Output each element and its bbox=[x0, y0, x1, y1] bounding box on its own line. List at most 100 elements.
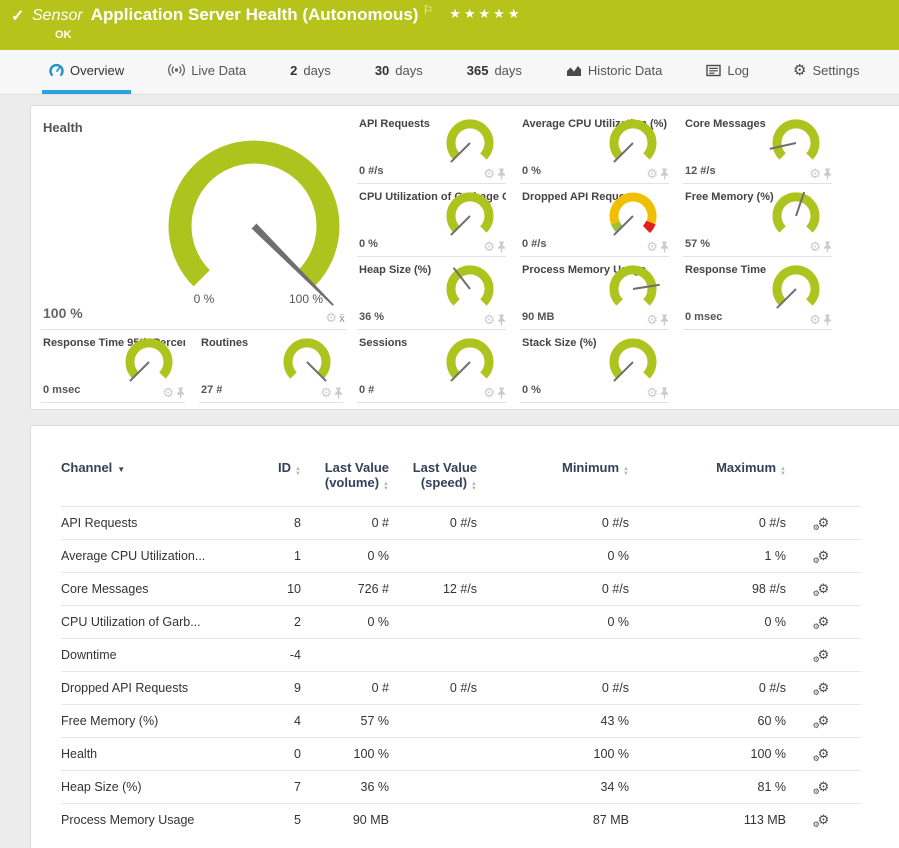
channel-row-free-memory[interactable]: Free Memory (%)457 %43 %60 %⚙⚙ bbox=[61, 705, 861, 738]
channel-value: 1 % bbox=[629, 540, 786, 573]
tab-2-days[interactable]: 2days bbox=[283, 50, 338, 94]
sort-icon: ▲▼ bbox=[623, 467, 629, 477]
tab-live-data[interactable]: Live Data bbox=[161, 50, 253, 94]
channel-row-cpu-utilization-of-garb[interactable]: CPU Utilization of Garb...20 %0 %0 %⚙⚙ bbox=[61, 606, 861, 639]
channel-row-process-memory-usage[interactable]: Process Memory Usage590 MB87 MB113 MB⚙⚙ bbox=[61, 804, 861, 837]
channel-row-average-cpu-utilization[interactable]: Average CPU Utilization...10 %0 %1 %⚙⚙ bbox=[61, 540, 861, 573]
gauge-settings-gear-icon[interactable]: ⚙ bbox=[483, 386, 495, 399]
channel-settings-gears-icon[interactable]: ⚙⚙ bbox=[818, 615, 830, 629]
channel-settings-gears-icon[interactable]: ⚙⚙ bbox=[818, 747, 830, 761]
channel-settings-gears-icon[interactable]: ⚙⚙ bbox=[818, 648, 830, 662]
channel-actions-cell: ⚙⚙ bbox=[786, 606, 861, 639]
channel-value bbox=[389, 639, 477, 672]
channel-value: 0 #/s bbox=[477, 507, 629, 540]
channel-actions-cell: ⚙⚙ bbox=[786, 738, 861, 771]
gauge-settings-gear-icon[interactable]: ⚙ bbox=[483, 313, 495, 326]
gauge-cell-heap-size: Heap Size (%)36 %⚙ bbox=[357, 262, 510, 330]
channel-settings-gears-icon[interactable]: ⚙⚙ bbox=[818, 813, 830, 827]
gauge-cell-dropped-api-requests: Dropped API Requests0 #/s⚙ bbox=[520, 189, 673, 257]
log-list-icon bbox=[706, 64, 721, 77]
status-ok-check-icon: ✓ bbox=[11, 6, 24, 26]
gauge-pin-icon[interactable] bbox=[823, 168, 832, 180]
column-label: Last Value (speed) bbox=[413, 460, 477, 490]
channel-row-downtime[interactable]: Downtime-4⚙⚙ bbox=[61, 639, 861, 672]
gauge-pin-icon[interactable] bbox=[823, 314, 832, 326]
tab-historic-data[interactable]: Historic Data bbox=[559, 50, 669, 94]
gauge-settings-gear-icon[interactable]: ⚙ bbox=[809, 167, 821, 180]
channel-row-core-messages[interactable]: Core Messages10726 #12 #/s0 #/s98 #/s⚙⚙ bbox=[61, 573, 861, 606]
column-header-id[interactable]: ID▲▼ bbox=[239, 448, 301, 507]
channel-name: Health bbox=[61, 738, 239, 771]
channel-value bbox=[389, 771, 477, 804]
gauge-pin-icon[interactable] bbox=[823, 241, 832, 253]
tab-settings[interactable]: ⚙ Settings bbox=[786, 50, 866, 94]
channel-settings-gears-icon[interactable]: ⚙⚙ bbox=[818, 681, 830, 695]
tab-label: Log bbox=[727, 63, 749, 78]
gauge-value: 0 msec bbox=[43, 384, 80, 396]
gauge-cell-cpu-utilization-of-garbage-c: CPU Utilization of Garbage C...0 %⚙ bbox=[357, 189, 510, 257]
column-header-minimum[interactable]: Minimum▲▼ bbox=[477, 448, 629, 507]
gauge-pin-icon[interactable] bbox=[497, 387, 506, 399]
gauge-settings-gear-icon[interactable]: ⚙ bbox=[646, 240, 658, 253]
gauge-settings-gear-icon[interactable]: ⚙ bbox=[646, 313, 658, 326]
column-header-channel[interactable]: Channel▼ bbox=[61, 448, 239, 507]
channel-settings-gears-icon[interactable]: ⚙⚙ bbox=[818, 714, 830, 728]
channel-name: Heap Size (%) bbox=[61, 771, 239, 804]
channel-row-dropped-api-requests[interactable]: Dropped API Requests90 #0 #/s0 #/s0 #/s⚙… bbox=[61, 672, 861, 705]
gauge-pin-icon[interactable] bbox=[660, 387, 669, 399]
channel-settings-gears-icon[interactable]: ⚙⚙ bbox=[818, 780, 830, 794]
gauge-settings-gear-icon[interactable]: ⚙ bbox=[483, 240, 495, 253]
column-header-last-value-speed[interactable]: Last Value (speed)▲▼ bbox=[389, 448, 477, 507]
gauge-pin-icon[interactable] bbox=[176, 387, 185, 399]
channel-row-heap-size[interactable]: Heap Size (%)736 %34 %81 %⚙⚙ bbox=[61, 771, 861, 804]
gauge-settings-gear-icon[interactable]: ⚙ bbox=[320, 386, 332, 399]
channel-name: Core Messages bbox=[61, 573, 239, 606]
channel-value: 0 % bbox=[477, 606, 629, 639]
gauge-pin-icon[interactable] bbox=[334, 387, 343, 399]
gauge-pin-icon[interactable] bbox=[497, 168, 506, 180]
gauge-cell-routines: Routines27 #⚙ bbox=[199, 335, 347, 403]
channel-settings-gears-icon[interactable]: ⚙⚙ bbox=[818, 582, 830, 596]
column-header-last-value-volume[interactable]: Last Value (volume)▲▼ bbox=[301, 448, 389, 507]
gauge-pin-icon[interactable] bbox=[497, 314, 506, 326]
channel-row-health[interactable]: Health0100 %100 %100 %⚙⚙ bbox=[61, 738, 861, 771]
tab-overview[interactable]: Overview bbox=[42, 50, 131, 94]
gauge-settings-gear-icon[interactable]: ⚙ bbox=[809, 240, 821, 253]
gauge-pin-icon[interactable] bbox=[660, 314, 669, 326]
gear-icon: ⚙ bbox=[793, 63, 806, 78]
gauge-pin-icon[interactable] bbox=[660, 241, 669, 253]
gauge-icon bbox=[49, 63, 64, 78]
priority-stars[interactable]: ★★★★★ bbox=[449, 6, 522, 22]
broadcast-icon bbox=[168, 63, 185, 77]
gauge-value: 0 # bbox=[359, 384, 374, 396]
channel-settings-gears-icon[interactable]: ⚙⚙ bbox=[818, 516, 830, 530]
tab-365-days[interactable]: 365days bbox=[460, 50, 529, 94]
sensor-title: Application Server Health (Autonomous) bbox=[91, 5, 419, 25]
channel-value: 100 % bbox=[629, 738, 786, 771]
channel-actions-cell: ⚙⚙ bbox=[786, 672, 861, 705]
channel-name: API Requests bbox=[61, 507, 239, 540]
gauge-pin-icon[interactable] bbox=[660, 168, 669, 180]
channel-settings-gears-icon[interactable]: ⚙⚙ bbox=[818, 549, 830, 563]
channel-value: 43 % bbox=[477, 705, 629, 738]
gauge-settings-gear-icon[interactable]: ⚙ bbox=[162, 386, 174, 399]
channel-value: 0 bbox=[239, 738, 301, 771]
tab-log[interactable]: Log bbox=[699, 50, 756, 94]
channel-value: 12 #/s bbox=[389, 573, 477, 606]
column-header-maximum[interactable]: Maximum▲▼ bbox=[629, 448, 786, 507]
channel-row-api-requests[interactable]: API Requests80 #0 #/s0 #/s0 #/s⚙⚙ bbox=[61, 507, 861, 540]
channel-value: 0 #/s bbox=[389, 672, 477, 705]
tab-30-days[interactable]: 30days bbox=[368, 50, 430, 94]
channel-value: 0 #/s bbox=[629, 507, 786, 540]
gauge-settings-gear-icon[interactable]: ⚙ bbox=[483, 167, 495, 180]
channel-value: 2 bbox=[239, 606, 301, 639]
gauge-settings-gear-icon[interactable]: ⚙ bbox=[809, 313, 821, 326]
gauge-settings-gear-icon[interactable]: ⚙ bbox=[646, 386, 658, 399]
gauge-cell-free-memory: Free Memory (%)57 %⚙ bbox=[683, 189, 836, 257]
gauge-pin-icon[interactable] bbox=[497, 241, 506, 253]
tab-label: Settings bbox=[813, 63, 860, 78]
gauge-settings-gear-icon[interactable]: ⚙ bbox=[646, 167, 658, 180]
channel-value bbox=[389, 606, 477, 639]
channel-actions-cell: ⚙⚙ bbox=[786, 771, 861, 804]
gauge-settings-gear-icon[interactable]: ⚙ bbox=[325, 311, 337, 324]
